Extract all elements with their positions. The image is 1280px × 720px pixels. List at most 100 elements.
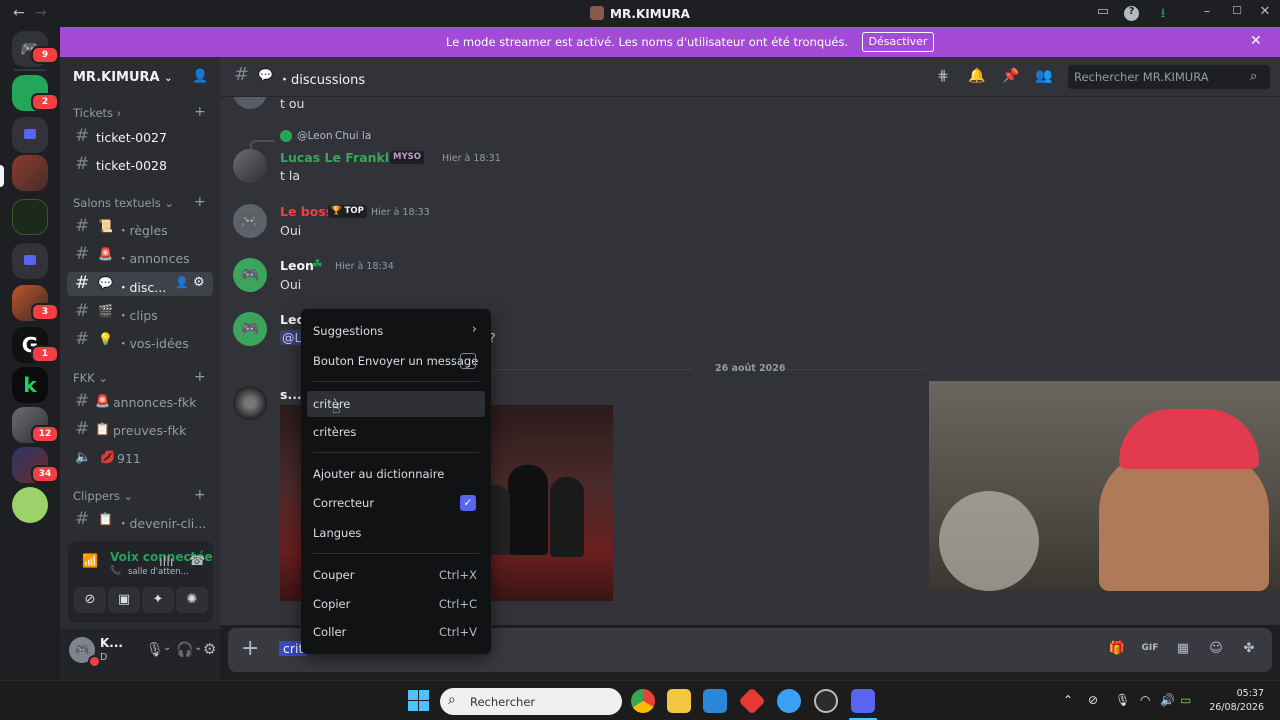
- minimize-icon[interactable]: –: [1198, 4, 1216, 22]
- help-icon[interactable]: ?: [1124, 6, 1139, 21]
- menu-item-send-button[interactable]: Bouton Envoyer un message: [307, 348, 485, 374]
- add-channel-icon[interactable]: +: [194, 104, 206, 120]
- headphones-icon[interactable]: 🎧: [176, 642, 193, 658]
- add-channel-icon[interactable]: +: [194, 487, 206, 503]
- microphone-icon[interactable]: 🎙: [1115, 693, 1130, 707]
- avatar[interactable]: [233, 386, 267, 420]
- wifi-icon[interactable]: ◠: [1140, 693, 1150, 707]
- discord-icon[interactable]: [851, 689, 875, 713]
- discord-avatar-icon[interactable]: 🎮: [233, 312, 267, 346]
- add-channel-icon[interactable]: +: [194, 369, 206, 385]
- channel-annonces-fkk[interactable]: # 🚨 annonces-fkk: [67, 390, 213, 414]
- gift-icon[interactable]: 🎁: [1108, 641, 1126, 659]
- store-icon[interactable]: [703, 689, 727, 713]
- menu-item-suggestions[interactable]: Suggestions ›: [307, 318, 485, 344]
- settings-gear-icon[interactable]: ⚙: [203, 640, 216, 658]
- emoji-icon[interactable]: ☺: [1207, 641, 1225, 659]
- discord-avatar-icon[interactable]: 🎮: [233, 258, 267, 292]
- channel-devenir-clipper[interactable]: # 📋 ・devenir-cli...: [67, 508, 213, 532]
- server-tag[interactable]: MYSO: [390, 151, 424, 164]
- taskbar-search[interactable]: ⌕ Rechercher: [440, 688, 622, 715]
- server-icon-avatar[interactable]: [12, 487, 48, 523]
- author-name[interactable]: Leon: [280, 258, 314, 273]
- menu-item-cut[interactable]: Couper Ctrl+X: [307, 562, 485, 588]
- menu-item-suggestion[interactable]: critères: [307, 419, 485, 445]
- menu-item-spellcheck[interactable]: Correcteur ✓: [307, 490, 485, 516]
- menu-item-languages[interactable]: Langues: [307, 520, 485, 546]
- bell-icon[interactable]: 🔔: [968, 68, 986, 86]
- activities-icon[interactable]: ✦: [142, 587, 174, 613]
- channel-regles[interactable]: # 📜 ・règles: [67, 215, 213, 239]
- gif-icon[interactable]: GIF: [1141, 643, 1159, 661]
- gear-icon[interactable]: ⚙: [193, 275, 205, 290]
- disconnect-icon[interactable]: ☎: [189, 554, 205, 569]
- microphone-icon[interactable]: 🎙: [146, 642, 164, 658]
- sticker-icon[interactable]: ▦: [1174, 641, 1192, 659]
- avatar[interactable]: [233, 149, 267, 183]
- search-box[interactable]: ⌕: [1068, 65, 1270, 89]
- reply-preview[interactable]: Chui la: [335, 130, 371, 142]
- close-icon[interactable]: ✕: [1250, 33, 1262, 49]
- category-fkk[interactable]: FKK ⌄: [73, 371, 108, 385]
- avatar[interactable]: [233, 97, 267, 109]
- menu-item-paste[interactable]: Coller Ctrl+V: [307, 619, 485, 645]
- members-icon[interactable]: 👥: [1035, 68, 1053, 86]
- category-clippers[interactable]: Clippers ⌄: [73, 489, 133, 503]
- menu-item-copy[interactable]: Copier Ctrl+C: [307, 591, 485, 617]
- screen-share-icon[interactable]: ▣: [108, 587, 140, 613]
- reply-mention[interactable]: @Leon: [297, 130, 333, 142]
- author-name[interactable]: s...: [280, 387, 302, 402]
- system-clock[interactable]: 05:37 26/08/2026: [1200, 687, 1264, 715]
- file-explorer-icon[interactable]: [667, 689, 691, 713]
- notifications-off-icon[interactable]: ⊘: [1088, 693, 1098, 707]
- channel-discussions[interactable]: # 💬 ・disc... 👤 ⚙: [67, 272, 213, 296]
- pin-icon[interactable]: 📌: [1002, 68, 1020, 86]
- chevron-down-icon[interactable]: ⌄: [163, 642, 171, 653]
- app-blue-icon[interactable]: [777, 689, 801, 713]
- channel-annonces[interactable]: # 🚨 ・annonces: [67, 243, 213, 267]
- server-icon-mrkimura[interactable]: [12, 155, 48, 191]
- channel-vos-idees[interactable]: # 💡 ・vos-idées: [67, 328, 213, 352]
- server-icon-k[interactable]: k: [12, 367, 48, 403]
- voice-channel-911[interactable]: 🔈 💋 911: [67, 446, 213, 470]
- chrome-icon[interactable]: [631, 689, 655, 713]
- send-button-checkbox[interactable]: [460, 353, 476, 369]
- download-icon[interactable]: ⭳: [1154, 4, 1172, 22]
- mention[interactable]: @L: [280, 330, 304, 345]
- invite-icon[interactable]: 👤: [192, 69, 208, 84]
- obs-icon[interactable]: [814, 689, 838, 713]
- server-tag[interactable]: 🏆 TOP: [328, 205, 367, 218]
- apps-icon[interactable]: ✤: [1240, 641, 1258, 659]
- server-folder-icon[interactable]: [12, 243, 48, 279]
- guild-name[interactable]: MR.KIMURA ⌄: [73, 70, 173, 85]
- server-icon-fluss[interactable]: [12, 199, 48, 235]
- channel-clips[interactable]: # 🎬 ・clips: [67, 300, 213, 324]
- maximize-icon[interactable]: ☐: [1228, 4, 1246, 22]
- camera-off-icon[interactable]: ⊘: [74, 587, 106, 613]
- chevron-down-icon[interactable]: ⌄: [194, 642, 202, 653]
- search-input[interactable]: [1074, 68, 1244, 86]
- discord-avatar-icon[interactable]: 🎮: [233, 204, 267, 238]
- close-window-icon[interactable]: ✕: [1256, 4, 1274, 22]
- add-member-icon[interactable]: 👤: [175, 276, 189, 289]
- threads-icon[interactable]: ⋕: [934, 68, 952, 86]
- server-folder-icon[interactable]: [12, 117, 48, 153]
- soundboard-wave-icon[interactable]: ıllı: [159, 555, 173, 570]
- category-tickets[interactable]: Tickets ›: [73, 106, 121, 120]
- app-red-icon[interactable]: [738, 687, 766, 715]
- menu-item-add-dictionary[interactable]: Ajouter au dictionnaire: [307, 461, 485, 487]
- channel-ticket-0027[interactable]: # ticket-0027: [67, 125, 213, 149]
- check-icon[interactable]: ✓: [460, 495, 476, 511]
- username[interactable]: K...: [100, 636, 123, 650]
- windows-start-icon[interactable]: [408, 690, 429, 711]
- author-name[interactable]: Le boss: [280, 204, 333, 219]
- soundboard-icon[interactable]: ✺: [176, 587, 208, 613]
- channel-preuves-fkk[interactable]: # 📋 preuves-fkk: [67, 418, 213, 442]
- category-salons[interactable]: Salons textuels ⌄: [73, 196, 174, 210]
- chevron-up-icon[interactable]: ⌃: [1063, 693, 1073, 707]
- disable-streamer-button[interactable]: Désactiver: [862, 32, 934, 52]
- volume-icon[interactable]: 🔊: [1160, 693, 1175, 707]
- add-channel-icon[interactable]: +: [194, 194, 206, 210]
- inbox-icon[interactable]: ▭: [1094, 4, 1112, 22]
- channel-ticket-0028[interactable]: # ticket-0028: [67, 153, 213, 177]
